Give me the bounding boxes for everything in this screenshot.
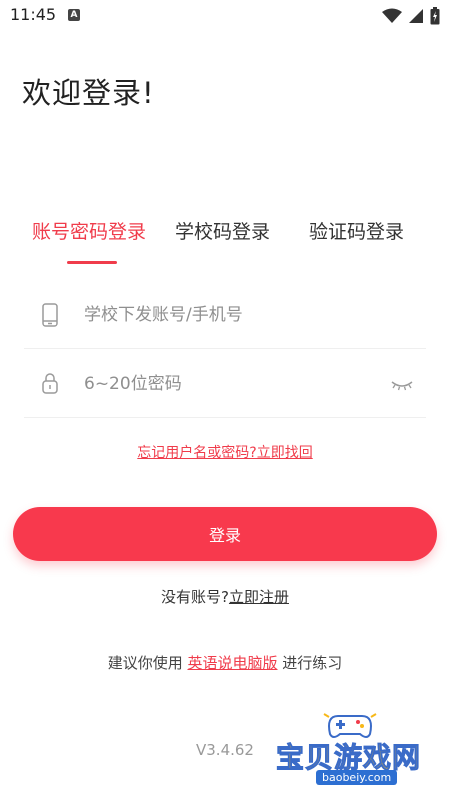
register-row: 没有账号?立即注册 [0, 586, 450, 607]
tab-account-password[interactable]: 账号密码登录 [32, 217, 146, 244]
login-button[interactable]: 登录 [13, 507, 437, 561]
account-input[interactable] [84, 297, 384, 333]
tab-verification-code[interactable]: 验证码登录 [309, 217, 404, 244]
suggestion-row: 建议你使用 英语说电脑版 进行练习 [0, 652, 450, 673]
suggestion-suffix: 进行练习 [282, 654, 343, 672]
signal-icon [409, 9, 423, 23]
wifi-icon [382, 8, 402, 23]
password-input[interactable] [84, 366, 384, 402]
password-field [24, 350, 426, 418]
active-tab-indicator [67, 261, 117, 264]
forgot-password-link[interactable]: 忘记用户名或密码?立即找回 [0, 442, 450, 462]
watermark-url: baobeiy.com [316, 770, 398, 785]
version-label: V3.4.62 [196, 741, 254, 759]
watermark-logo: 宝贝游戏网 baobeiy.com [272, 708, 448, 798]
battery-icon [430, 7, 440, 25]
status-bar: 11:45 A [0, 0, 450, 32]
account-field [24, 281, 426, 349]
lock-icon [42, 372, 58, 398]
register-link[interactable]: 立即注册 [229, 588, 289, 606]
status-time: 11:45 [10, 5, 57, 24]
suggestion-prefix: 建议你使用 [107, 654, 183, 672]
register-prompt: 没有账号? [161, 588, 229, 606]
eye-closed-icon[interactable] [390, 376, 414, 395]
page-title: 欢迎登录! [22, 76, 155, 110]
status-icons [382, 7, 440, 25]
desktop-version-link[interactable]: 英语说电脑版 [187, 654, 277, 672]
phone-icon [42, 303, 58, 331]
notification-icon: A [68, 9, 80, 21]
tab-school-code[interactable]: 学校码登录 [175, 217, 270, 244]
